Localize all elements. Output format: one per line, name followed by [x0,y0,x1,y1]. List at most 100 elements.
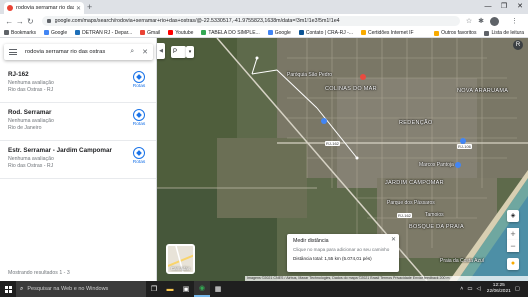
taskbar-search[interactable]: ⌕ Pesquisar na Web e no Windows [16,281,146,297]
directions-icon [133,71,145,83]
address-bar: ← → ↻ google.com/maps/search/rodovia+ser… [0,14,528,28]
place-filter-chip[interactable]: P [171,46,186,58]
url-field[interactable]: google.com/maps/search/rodovia+serramar+… [41,16,460,26]
map-label[interactable]: Praia da Costa Azul [440,258,484,264]
search-box[interactable]: rodovia serramar rio das ostras ⌕ ✕ [4,44,153,60]
directions-button[interactable]: Rotas [130,109,148,127]
close-window-button[interactable]: ✕ [512,0,528,14]
task-view-icon[interactable]: ❐ [146,281,162,297]
url-text: google.com/maps/search/rodovia+serramar+… [54,18,340,24]
results-count: Mostrando resultados 1 - 3 [8,270,70,276]
maximize-button[interactable]: ❐ [496,0,512,14]
browser-tab[interactable]: rodovia serramar rio das ostras ✕ [4,2,84,14]
map-label[interactable]: Parque dos Pássaros [387,200,435,206]
clock[interactable]: 12:25 22/06/2021 [487,283,511,295]
close-tab-icon[interactable]: ✕ [76,5,81,12]
map-label[interactable]: BOSQUE DA PRAIA [409,224,464,230]
chevron-down-icon[interactable]: ▾ [186,46,194,58]
bookmark-item[interactable]: Google [44,30,67,36]
youtube-icon [168,30,174,35]
chevron-up-icon[interactable]: ˄ [460,286,463,292]
measure-distance: Distância total: 1,55 km (5.074,01 pés) [293,256,372,261]
doc-icon [201,30,207,35]
directions-icon [133,147,145,159]
map-label[interactable]: Marcos Pantoja [419,162,454,168]
search-icon: ⌕ [20,285,24,292]
results-panel: rodovia serramar rio das ostras ⌕ ✕ RJ-1… [0,38,157,281]
map-label[interactable]: Paróquia São Pedro [287,72,332,78]
measure-distance-card: ✕ Medir distância Clique no mapa para ad… [287,234,399,272]
result-item[interactable]: RJ-162 Nenhuma avaliação Rio das Ostras … [0,65,156,103]
notifications-icon[interactable]: ▢ [515,286,520,292]
calculator-icon[interactable]: ▦ [210,281,226,297]
start-button[interactable] [0,281,16,297]
zoom-controls: + − [507,228,519,252]
system-tray: ˄ ▭ ◁ 12:25 22/06/2021 ▢ [460,281,524,297]
road-badge: RJ-106 [457,144,472,149]
menu-hamburger-icon[interactable] [9,49,17,55]
star-icon[interactable]: ☆ [466,17,472,25]
map-label[interactable]: JARDIM CAMPOMAR [385,180,444,186]
file-explorer-icon[interactable]: ▬ [162,281,178,297]
search-icon[interactable]: ⌕ [130,48,134,56]
shop-pin-icon[interactable] [455,162,461,168]
back-icon[interactable]: ← [4,17,15,26]
place-pin-icon[interactable] [321,118,327,124]
windows-taskbar: ⌕ Pesquisar na Web e no Windows ❐ ▬ ▣ ◉ … [0,281,528,297]
zoom-in-button[interactable]: + [507,228,519,240]
account-avatar[interactable]: R [513,40,523,50]
map-pin-icon[interactable] [360,74,366,80]
map-label[interactable]: COLINAS DO MAR [325,86,377,92]
profile-avatar[interactable]: R [490,16,500,26]
close-icon[interactable]: ✕ [391,236,396,243]
layers-toggle[interactable]: Camadas [166,244,195,274]
minimize-button[interactable]: — [480,0,496,14]
volume-icon[interactable]: ◁ [477,286,481,292]
search-input[interactable]: rodovia serramar rio das ostras [25,49,126,55]
zoom-out-button[interactable]: − [507,240,519,252]
network-icon[interactable]: ▭ [467,286,472,292]
google-icon [267,30,273,35]
taskbar-search-placeholder: Pesquisar na Web e no Windows [27,286,109,292]
window-controls: — ❐ ✕ [480,0,528,14]
apps-icon [4,30,9,35]
bookmark-item[interactable]: Contato | CRA-RJ -... [298,30,353,36]
store-icon[interactable]: ▣ [178,281,194,297]
google-icon [44,30,50,35]
compass-icon[interactable]: ◈ [507,210,519,222]
bookmarks-bar: Bookmarks Google DETRAN RJ - Depar... Gm… [0,28,528,38]
map-label[interactable]: Tamoios [425,212,444,218]
road-badge: RJ-162 [397,213,412,218]
collapse-panel-button[interactable]: ◀ [157,43,165,59]
bookmark-item[interactable]: Certidões Internet IF [361,30,414,36]
directions-button[interactable]: Rotas [130,71,148,89]
extensions-icon[interactable]: ✱ [478,17,484,25]
map-label[interactable]: REDENÇÃO [399,120,433,126]
result-item[interactable]: Rod. Serramar Nenhuma avaliação Rio de J… [0,103,156,141]
other-bookmarks[interactable]: Outros favoritos [434,30,476,36]
chrome-icon[interactable]: ◉ [194,281,210,297]
bookmark-item[interactable]: Gmail [140,30,160,36]
pegman-icon[interactable]: ● [507,258,519,270]
reading-list-icon [484,30,490,36]
reload-icon[interactable]: ↻ [25,17,36,26]
new-tab-button[interactable]: + [87,2,92,12]
bookmark-item[interactable]: TABELA DO SIMPLE... [201,30,260,36]
layers-label: Camadas [170,266,191,271]
map-label[interactable]: NOVA ARARUAMA [457,88,508,94]
measure-title: Medir distância [293,238,329,244]
bookmark-item[interactable]: Youtube [168,30,193,36]
clear-search-icon[interactable]: ✕ [142,48,148,56]
reading-list[interactable]: Lista de leitura [484,30,524,36]
result-item[interactable]: Estr. Serramar - Jardim Campomar Nenhuma… [0,141,156,179]
menu-icon[interactable]: ⋮ [511,17,518,25]
bookmark-item[interactable]: Bookmarks [4,30,36,36]
satellite-map[interactable]: P ▾ R Paróquia São Pedro COLINAS DO MAR … [157,38,528,281]
bookmark-item[interactable]: DETRAN RJ - Depar... [75,30,132,36]
bookmark-item[interactable]: Google [267,30,291,36]
browser-tab-bar: rodovia serramar rio das ostras ✕ + — ❐ … [0,0,528,14]
directions-icon [133,109,145,121]
tab-title: rodovia serramar rio das ostras [16,5,74,11]
forward-icon[interactable]: → [15,17,26,26]
directions-button[interactable]: Rotas [130,147,148,165]
